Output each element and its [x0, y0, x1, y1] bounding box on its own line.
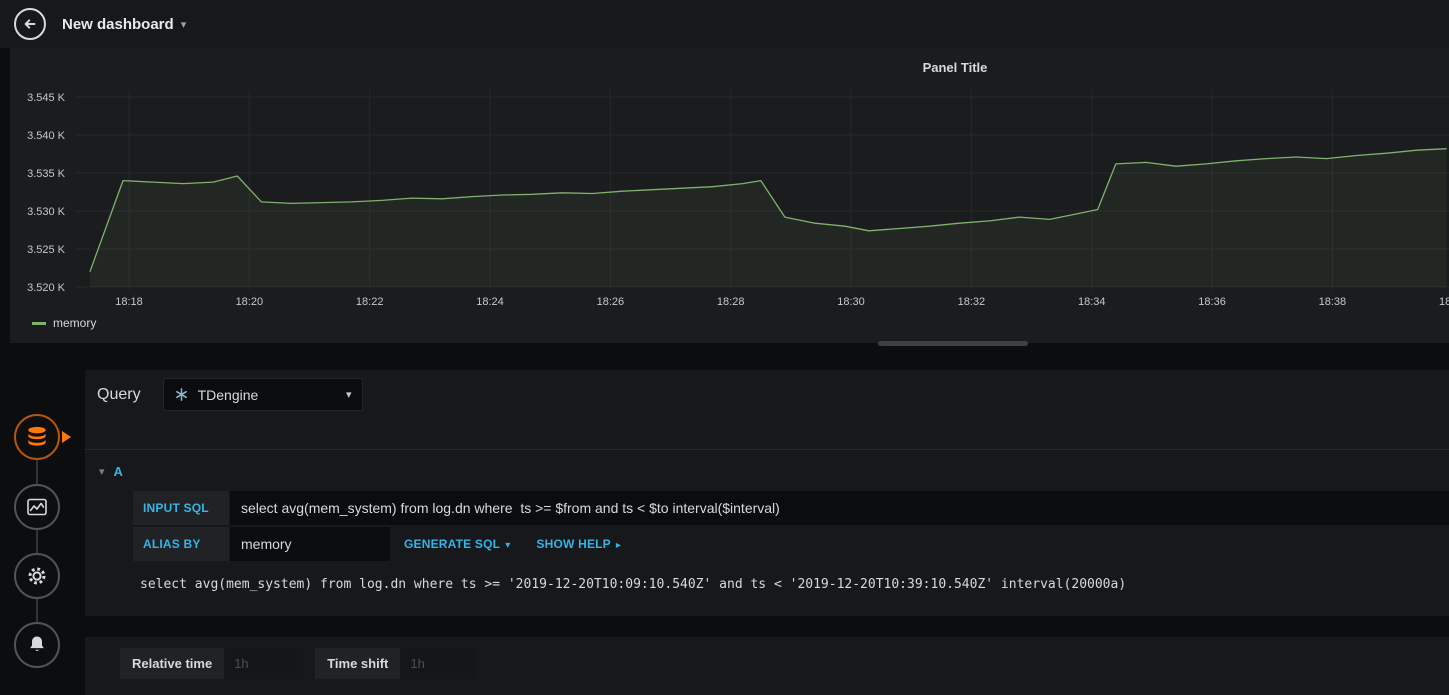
svg-text:18:24: 18:24: [476, 296, 504, 308]
query-section-title: Query: [97, 385, 141, 403]
collapse-caret-icon[interactable]: ▾: [99, 465, 105, 478]
bell-icon: [30, 636, 44, 652]
database-icon: [28, 426, 46, 446]
legend-swatch: [32, 321, 46, 325]
tab-general[interactable]: [14, 553, 60, 599]
relative-time-field[interactable]: [225, 648, 304, 679]
relative-time-label: Relative time: [120, 648, 225, 679]
svg-text:18:38: 18:38: [1319, 296, 1347, 308]
svg-text:18:34: 18:34: [1078, 296, 1106, 308]
dashboard-title: New dashboard: [62, 15, 174, 33]
chart-icon: [27, 498, 47, 516]
svg-text:3.535 K: 3.535 K: [27, 168, 66, 180]
time-shift-label: Time shift: [315, 648, 401, 679]
svg-text:18:22: 18:22: [356, 296, 384, 308]
datasource-name: TDengine: [197, 386, 259, 403]
top-bar: New dashboard ▾: [0, 0, 1449, 48]
chevron-down-icon: ▾: [346, 389, 352, 401]
arrow-left-icon: [24, 19, 36, 29]
back-button[interactable]: [14, 8, 46, 40]
tab-queries[interactable]: [14, 414, 71, 460]
svg-text:18:32: 18:32: [958, 296, 986, 308]
gear-icon: [28, 567, 46, 585]
alias-by-label: ALIAS BY: [133, 527, 229, 561]
tab-connector-line: [36, 437, 38, 645]
svg-text:3.540 K: 3.540 K: [27, 130, 66, 142]
svg-text:3.525 K: 3.525 K: [27, 244, 66, 256]
alias-by-row: ALIAS BY GENERATE SQL ▾ SHOW HELP ▸: [133, 527, 1449, 561]
tab-visualization[interactable]: [14, 484, 60, 530]
chart-legend: memory: [32, 316, 96, 330]
show-help-label: SHOW HELP: [536, 537, 611, 551]
chevron-down-icon: ▾: [505, 540, 511, 551]
show-help-button[interactable]: SHOW HELP ▸: [536, 537, 621, 551]
svg-text:18:36: 18:36: [1198, 296, 1226, 308]
chart-panel: Panel Title 3.520 K 3.525 K 3.530 K 3.535 K…: [10, 48, 1449, 343]
panel-title[interactable]: Panel Title: [10, 60, 1449, 75]
generated-sql-text: select avg(mem_system) from log.dn where…: [140, 577, 1127, 592]
generate-sql-label: GENERATE SQL: [404, 537, 501, 551]
dashboard-title-menu[interactable]: New dashboard ▾: [62, 16, 186, 33]
svg-text:3.530 K: 3.530 K: [27, 206, 66, 218]
active-tab-arrow: [62, 431, 71, 443]
input-sql-label: INPUT SQL: [133, 491, 229, 525]
svg-text:18:20: 18:20: [236, 296, 264, 308]
input-sql-row: INPUT SQL: [133, 491, 1449, 525]
query-row-header[interactable]: ▾ A: [85, 450, 1449, 491]
svg-text:3.520 K: 3.520 K: [27, 282, 66, 294]
tab-alert[interactable]: [14, 622, 60, 668]
time-options-section: Relative time Time shift: [85, 637, 1449, 695]
query-ref-id[interactable]: A: [114, 464, 123, 479]
input-sql-field[interactable]: [230, 491, 1449, 525]
svg-text:18:28: 18:28: [717, 296, 745, 308]
chevron-right-icon: ▸: [615, 540, 622, 551]
time-options-row: Relative time Time shift: [120, 648, 1449, 679]
svg-text:3.545 K: 3.545 K: [27, 92, 66, 104]
svg-text:18:30: 18:30: [837, 296, 865, 308]
svg-text:18:18: 18:18: [115, 296, 143, 308]
chevron-down-icon: ▾: [180, 18, 187, 31]
svg-text:18:40: 18:40: [1439, 296, 1449, 308]
scrollbar-thumb[interactable]: [878, 341, 1028, 346]
legend-label[interactable]: memory: [53, 316, 96, 330]
query-header: Query TDengine ▾: [85, 370, 1449, 411]
datasource-picker[interactable]: TDengine ▾: [162, 378, 363, 411]
time-shift-field[interactable]: [401, 648, 476, 679]
query-section: Query TDengine ▾ ▾ A INPUT SQL ALIAS BY …: [85, 370, 1449, 616]
generate-sql-button[interactable]: GENERATE SQL ▾: [404, 537, 510, 551]
datasource-icon: [175, 388, 187, 401]
time-series-chart: 3.520 K 3.525 K 3.530 K 3.535 K 3.540 K 3.545…: [27, 90, 1449, 308]
alias-by-field[interactable]: [230, 527, 390, 561]
svg-text:18:26: 18:26: [597, 296, 625, 308]
